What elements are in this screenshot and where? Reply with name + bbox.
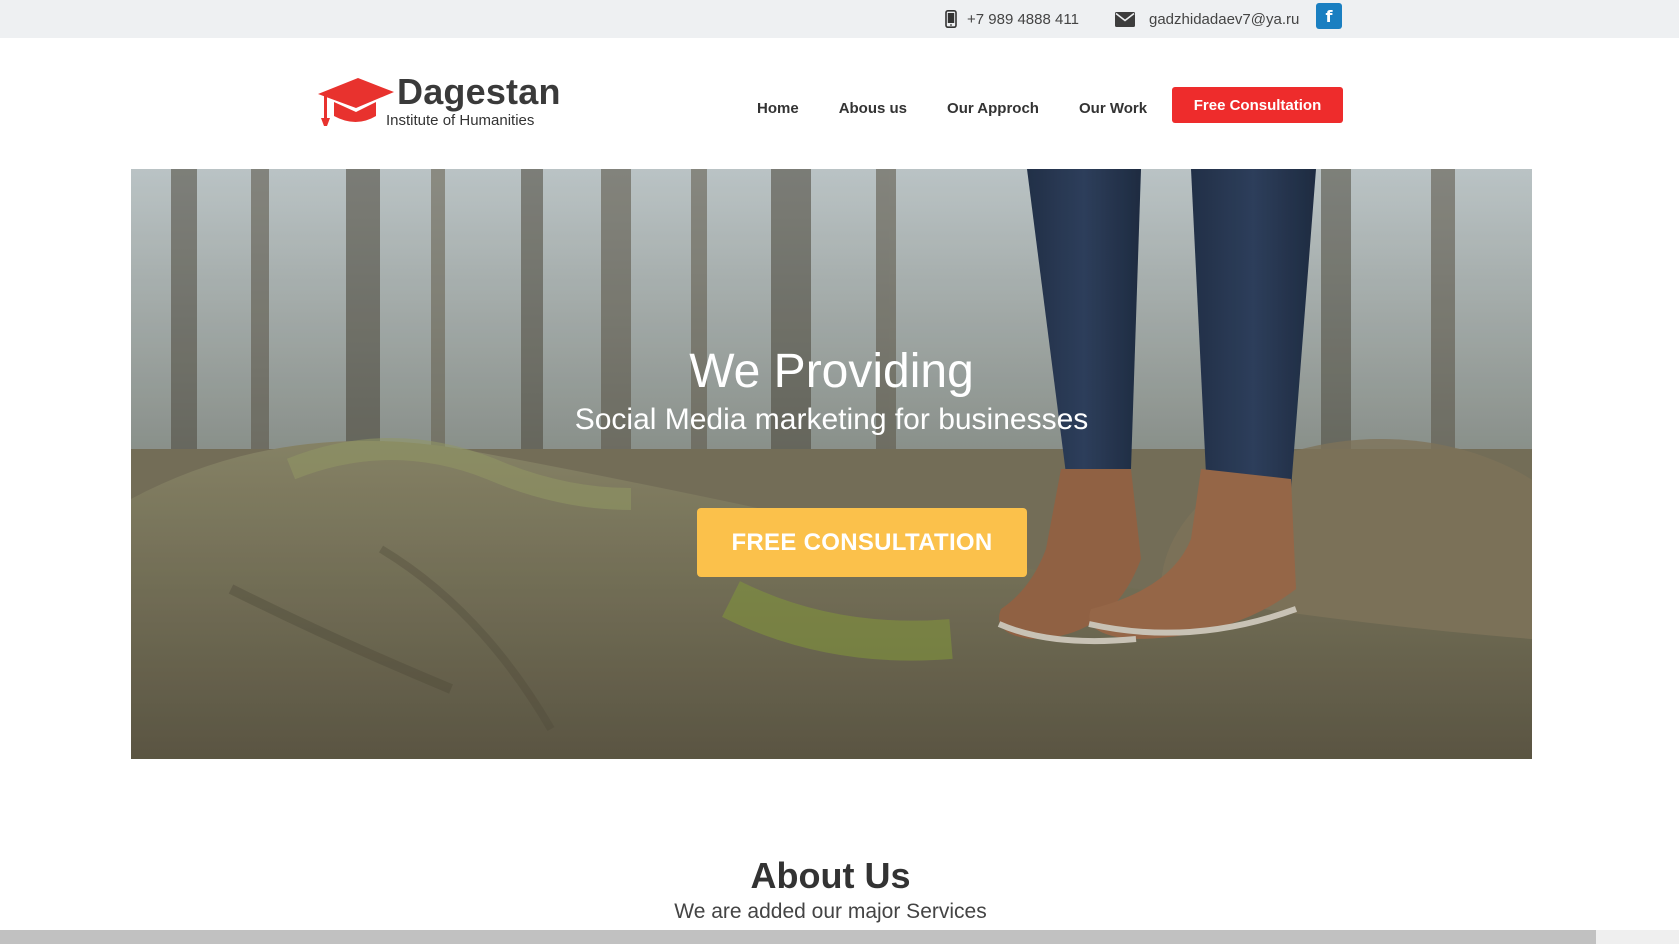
nav-work[interactable]: Our Work	[1079, 100, 1147, 117]
graduation-cap-icon	[318, 76, 394, 133]
facebook-glyph: f	[1325, 6, 1333, 26]
hero-consultation-button[interactable]: FREE CONSULTATION	[697, 508, 1027, 577]
email-address: gadzhidadaev7@ya.ru	[1149, 10, 1300, 28]
hero-title: We Providing	[689, 345, 974, 398]
nav-home[interactable]: Home	[757, 100, 799, 117]
main-nav: Home Abous us Our Approch Our Work	[757, 100, 1147, 117]
nav-approach[interactable]: Our Approch	[947, 100, 1039, 117]
phone-number: +7 989 4888 411	[967, 10, 1079, 28]
horizontal-scrollbar[interactable]	[0, 930, 1679, 944]
brand-name: Dagestan	[397, 71, 561, 112]
email-contact[interactable]: gadzhidadaev7@ya.ru	[1115, 7, 1299, 31]
mobile-phone-icon	[945, 10, 957, 28]
scrollbar-thumb[interactable]	[0, 930, 1596, 944]
hero-banner: We Providing Social Media marketing for …	[131, 169, 1532, 759]
hero-subtitle: Social Media marketing for businesses	[574, 403, 1089, 436]
top-contact-bar: +7 989 4888 411 gadzhidadaev7@ya.ru f	[0, 0, 1679, 38]
nav-about[interactable]: Abous us	[839, 100, 907, 117]
envelope-icon	[1115, 11, 1135, 27]
brand-tagline: Institute of Humanities	[386, 112, 535, 129]
site-logo[interactable]: Dagestan Institute of Humanities	[318, 72, 578, 132]
phone-contact[interactable]: +7 989 4888 411	[945, 7, 1079, 31]
about-subtitle: We are added our major Services	[674, 900, 987, 923]
site-header: Dagestan Institute of Humanities Home Ab…	[0, 38, 1679, 168]
facebook-icon[interactable]: f	[1316, 3, 1342, 29]
hero-overlay	[131, 169, 1532, 759]
free-consultation-button[interactable]: Free Consultation	[1172, 87, 1343, 123]
about-title: About Us	[750, 855, 911, 896]
